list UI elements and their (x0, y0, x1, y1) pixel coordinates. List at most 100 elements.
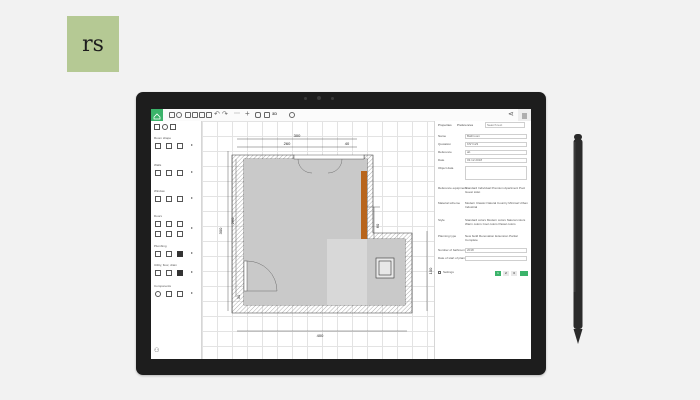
checkbox-option[interactable]: Extension (495, 234, 508, 238)
rotate-icon[interactable] (162, 124, 168, 130)
utility-floor-icon[interactable] (166, 270, 172, 276)
settings-label: Settings (443, 270, 454, 274)
checkbox-option[interactable]: Renovation (479, 234, 494, 238)
user-icon[interactable]: ⚇ (154, 347, 159, 354)
door-sliding-icon[interactable] (177, 221, 183, 227)
door-swing-icon[interactable] (155, 231, 161, 237)
chevron-right-icon[interactable]: ▸ (191, 195, 193, 200)
sidebar-top-tools (154, 124, 184, 130)
checkbox-group-style[interactable]: Standard colors Modern colors Natural co… (465, 218, 529, 226)
checkbox-option[interactable]: Pastel colors (498, 222, 515, 226)
checkbox-option[interactable]: Warm colors (465, 222, 482, 226)
name-field[interactable]: Bathroom (465, 134, 527, 139)
camera-icon[interactable] (255, 112, 261, 118)
save-icon[interactable] (185, 112, 191, 118)
checkbox-option[interactable]: Country (497, 201, 508, 205)
export-icon[interactable] (206, 112, 212, 118)
room-shape-corner-icon[interactable] (177, 143, 183, 149)
floor-plan-canvas[interactable]: 300 260 40 300 260 100 60 400 30 (202, 121, 434, 359)
row-label: Reference (438, 150, 452, 154)
tablet-camera (317, 96, 321, 100)
window-double-icon[interactable] (166, 196, 172, 202)
chevron-right-icon[interactable]: ▸ (191, 290, 193, 295)
checkbox-group-planning[interactable]: New build Renovation Extension Partial C… (465, 234, 529, 242)
cabinet-unit[interactable] (361, 171, 367, 239)
chevron-right-icon[interactable]: ▸ (191, 169, 193, 174)
component-bath-icon[interactable] (155, 291, 161, 297)
search-input[interactable] (485, 122, 525, 128)
checkbox-option[interactable]: Guest toilet (465, 190, 480, 194)
open-icon[interactable] (192, 112, 198, 118)
chevron-right-icon[interactable]: ▸ (191, 225, 193, 230)
bathrooms-field[interactable]: 2018 (465, 248, 527, 253)
checkbox-option[interactable]: Urban (520, 201, 528, 205)
utility-drain-icon[interactable] (177, 270, 183, 276)
checkbox-option[interactable]: Premium (492, 186, 504, 190)
page-button-2[interactable]: 2 (503, 271, 509, 276)
door-single-icon[interactable] (155, 221, 161, 227)
recess-floor (327, 239, 367, 305)
print-icon[interactable] (199, 112, 205, 118)
wall-pillar-icon[interactable] (177, 170, 183, 176)
settings-checkbox[interactable] (438, 271, 441, 274)
chevron-right-icon[interactable]: ▸ (191, 250, 193, 255)
reference-field[interactable]: ab (465, 150, 527, 155)
3d-view-icon[interactable]: 3D (272, 111, 277, 116)
share-icon[interactable]: ⋖ (508, 110, 514, 118)
checkbox-group-equipment[interactable]: Standard Individual Premium Apartment Po… (465, 186, 529, 194)
undo-icon[interactable]: ↶ (214, 110, 220, 118)
checkbox-option[interactable]: Apartment (504, 186, 518, 190)
grid-icon[interactable] (170, 124, 176, 130)
checkbox-option[interactable]: Minimal (508, 201, 518, 205)
door-pocket-icon[interactable] (177, 231, 183, 237)
tab-properties[interactable]: Properties (438, 123, 452, 127)
checkbox-option[interactable]: Classic (476, 201, 486, 205)
row-label: Quotation (438, 142, 452, 146)
plumbing-pipe-icon[interactable] (155, 251, 161, 257)
plumbing-block-icon[interactable] (177, 251, 183, 257)
stylus-pen (573, 134, 583, 344)
planning-start-field[interactable] (465, 256, 527, 261)
cursor-icon[interactable]: ⋯ (234, 110, 240, 117)
wall-straight-icon[interactable] (155, 170, 161, 176)
left-door[interactable] (243, 260, 248, 292)
plumbing-area-icon[interactable] (166, 251, 172, 257)
chevron-right-icon[interactable]: ▸ (191, 142, 193, 147)
menu-button[interactable] (518, 109, 531, 121)
utility-cabinet-icon[interactable] (155, 270, 161, 276)
next-page-button[interactable] (520, 271, 528, 276)
layers-icon[interactable] (176, 112, 182, 118)
monitor-icon[interactable] (264, 112, 270, 118)
component-shelf-icon[interactable] (177, 291, 183, 297)
settings-icon[interactable] (169, 112, 175, 118)
quotation-field[interactable]: KNY123 (465, 142, 527, 147)
chevron-right-icon[interactable]: ▸ (191, 269, 193, 274)
add-icon[interactable]: + (245, 109, 250, 118)
help-icon[interactable] (289, 112, 295, 118)
checkbox-option[interactable]: Pool (519, 186, 525, 190)
checkbox-option[interactable]: Partial (509, 234, 518, 238)
door-folding-icon[interactable] (166, 231, 172, 237)
room-shape-square-icon[interactable] (155, 143, 161, 149)
dim-top: 300 (294, 133, 301, 138)
row-label: Date (438, 158, 445, 162)
object-data-field[interactable] (465, 166, 527, 180)
room-shape-l-icon[interactable] (166, 143, 172, 149)
wall-partition-icon[interactable] (166, 170, 172, 176)
window-wide-icon[interactable] (177, 196, 183, 202)
checkbox-group-material[interactable]: Modern Classic Natural Country Minimal U… (465, 201, 529, 209)
page-button-3[interactable]: 3 (511, 271, 517, 276)
checkbox-option[interactable]: Natural (487, 201, 497, 205)
checkbox-option[interactable]: Cool colors (483, 222, 498, 226)
home-button[interactable] (151, 109, 163, 121)
checkbox-option[interactable]: Industrial (465, 205, 477, 209)
checkbox-option[interactable]: Complete (465, 238, 478, 242)
page-button-1[interactable]: 1 (495, 271, 501, 276)
door-double-icon[interactable] (166, 221, 172, 227)
tab-preferences[interactable]: Preferences (457, 123, 473, 127)
redo-icon[interactable]: ↷ (222, 110, 228, 118)
component-sink-icon[interactable] (166, 291, 172, 297)
date-field[interactable]: 03.12.2018 (465, 158, 527, 163)
window-single-icon[interactable] (155, 196, 161, 202)
select-icon[interactable] (154, 124, 160, 130)
